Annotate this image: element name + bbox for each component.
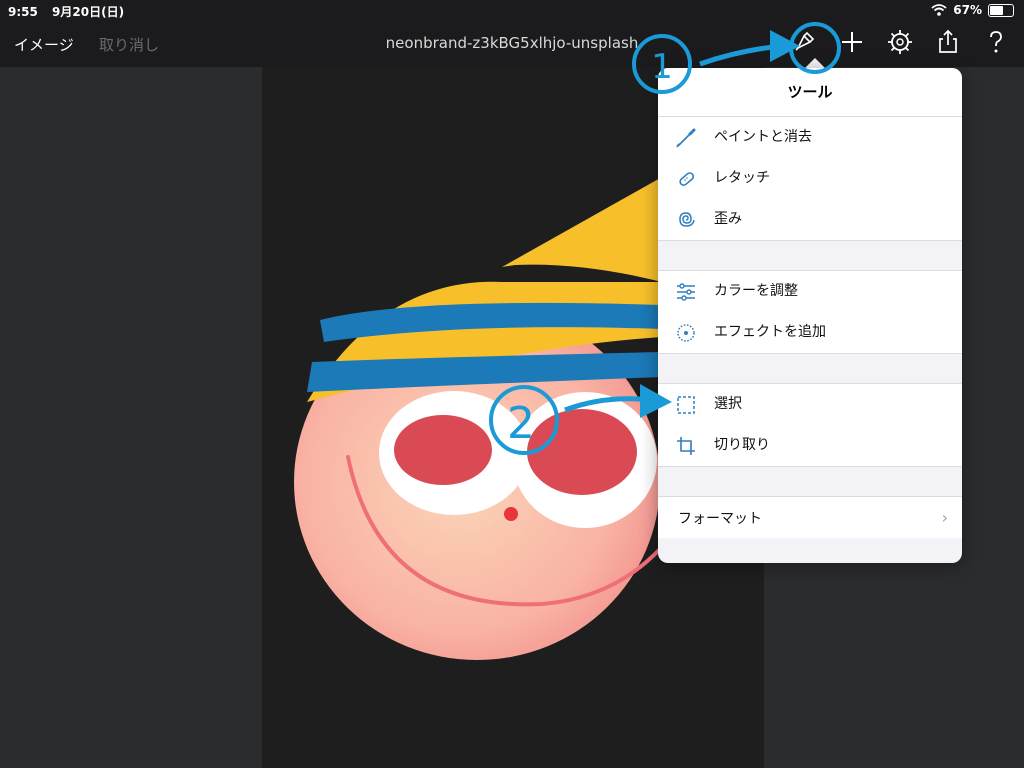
bandage-icon	[674, 167, 698, 191]
plus-icon[interactable]	[838, 28, 866, 56]
battery-percent: 67%	[953, 3, 982, 17]
gear-icon[interactable]	[886, 28, 914, 56]
crop-label: 切り取り	[714, 437, 770, 453]
retouch-item[interactable]: レタッチ	[658, 158, 962, 200]
tool-group-1: ペイントと消去 レタッチ 歪み	[658, 117, 962, 240]
format-label: フォーマット	[678, 510, 762, 527]
popover-title: ツール	[658, 68, 962, 117]
adjust-color-label: カラーを調整	[714, 271, 962, 313]
share-icon[interactable]	[934, 28, 962, 56]
adjust-color-item[interactable]: カラーを調整	[658, 271, 962, 313]
status-time: 9:55	[8, 5, 38, 19]
add-effect-item[interactable]: エフェクトを追加	[658, 312, 962, 353]
crop-icon	[674, 434, 698, 458]
status-date: 9月20日(日)	[52, 5, 125, 19]
tool-group-3: 選択 切り取り	[658, 384, 962, 466]
status-bar: 9:55 9月20日(日) 67%	[0, 0, 1024, 20]
tools-popover: ツール ペイントと消去 レタッチ 歪み カラーを調整 エフェクトを追加 選択 切…	[658, 68, 962, 563]
tools-brush-icon[interactable]	[790, 28, 818, 56]
retouch-label: レタッチ	[714, 158, 962, 200]
wifi-icon	[931, 4, 947, 16]
chevron-right-icon: ›	[941, 508, 948, 527]
navigation-bar: イメージ 取り消し neonbrand-z3kBG5xlhjo-unsplash	[0, 20, 1024, 67]
tool-group-2: カラーを調整 エフェクトを追加	[658, 271, 962, 353]
crop-item[interactable]: 切り取り	[658, 425, 962, 466]
selection-icon	[674, 393, 698, 417]
distort-label: 歪み	[714, 211, 742, 227]
selection-item[interactable]: 選択	[658, 384, 962, 426]
add-effect-label: エフェクトを追加	[714, 324, 826, 340]
selection-label: 選択	[714, 384, 962, 426]
paint-erase-item[interactable]: ペイントと消去	[658, 117, 962, 159]
help-icon[interactable]	[982, 28, 1010, 56]
battery-icon	[988, 3, 1014, 17]
sparkle-icon	[674, 321, 698, 345]
sliders-icon	[674, 280, 698, 304]
format-item[interactable]: フォーマット ›	[658, 497, 962, 538]
distort-item[interactable]: 歪み	[658, 199, 962, 240]
paint-erase-label: ペイントと消去	[714, 117, 962, 159]
spiral-icon	[674, 208, 698, 232]
brush-icon	[674, 126, 698, 150]
